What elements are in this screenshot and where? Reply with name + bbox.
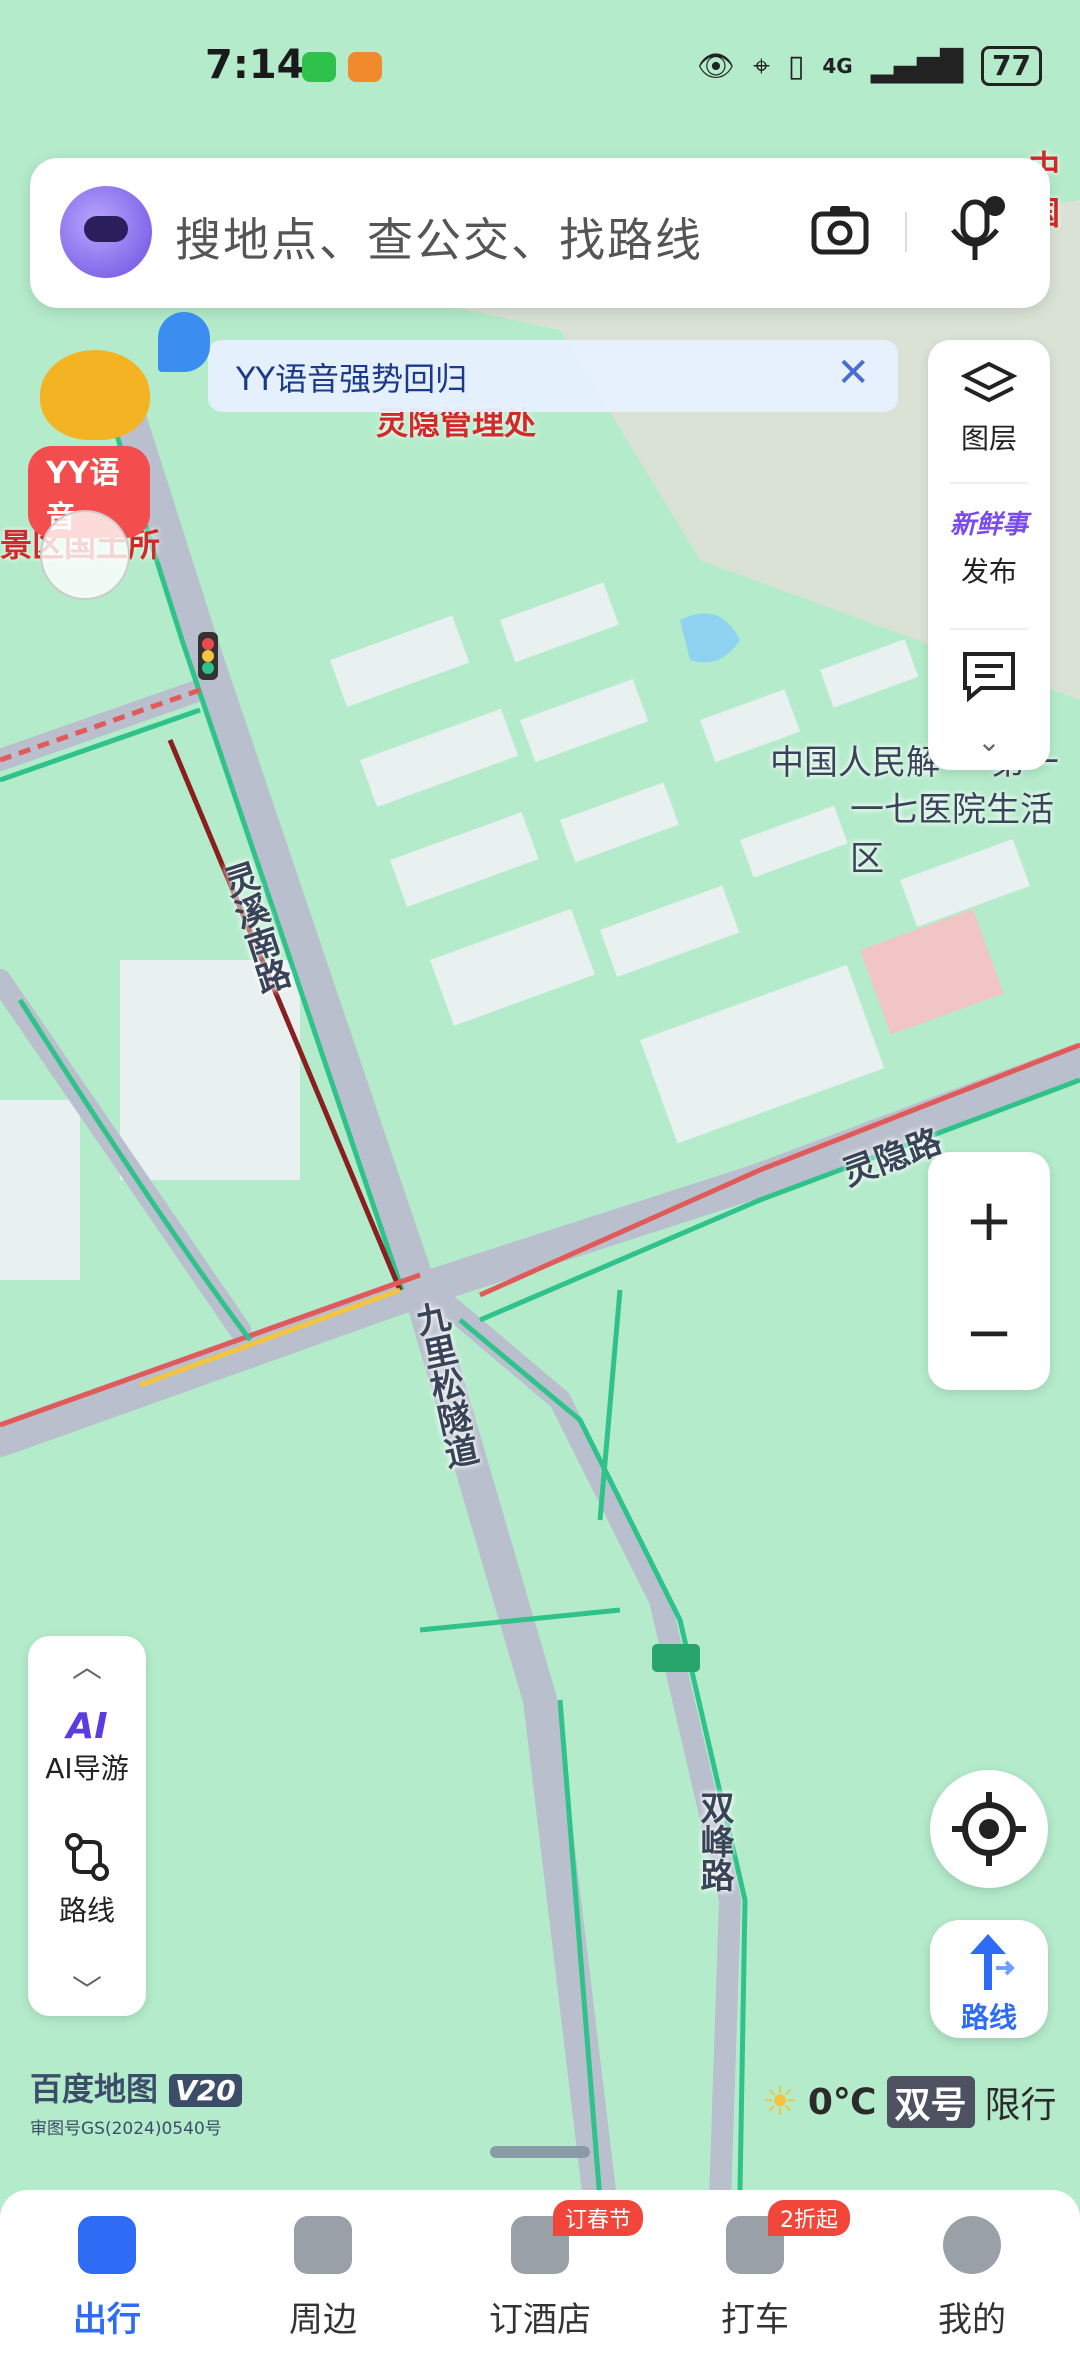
message-icon: [963, 652, 1015, 703]
map-tools-panel: 图层 新鲜事 发布 ⌄: [928, 340, 1050, 770]
locate-button[interactable]: [930, 1770, 1048, 1888]
close-icon[interactable]: ✕: [836, 350, 870, 396]
route-button[interactable]: 路线: [930, 1920, 1048, 2038]
nav-tab-label: 周边: [289, 2300, 357, 2340]
profile-icon: [943, 2216, 1001, 2274]
search-bar[interactable]: 搜地点、查公交、找路线: [30, 158, 1050, 308]
nav-tab-label: 我的: [938, 2300, 1006, 2340]
vibrate-icon: ▯: [787, 48, 805, 84]
sun-icon: ☀: [762, 2079, 798, 2125]
map-license: 审图号GS(2024)0540号: [30, 2119, 222, 2139]
map-pin-icon[interactable]: [158, 312, 210, 372]
poi-label-hospital-2: 一七医院生活区: [850, 790, 1054, 879]
eye-icon: 👁: [696, 48, 735, 84]
promo-banner[interactable]: YY语音强势回归 ✕: [208, 340, 898, 412]
nav-badge: 订春节: [553, 2200, 644, 2236]
chevron-down-icon[interactable]: ⌄: [928, 725, 1050, 758]
chevron-down-icon[interactable]: ﹀: [28, 1966, 146, 2010]
layers-button[interactable]: 图层: [928, 360, 1050, 457]
restriction-tag: 双号: [886, 2076, 975, 2128]
nav-tab-label: 打车: [721, 2300, 789, 2340]
location-icon: ⌖: [752, 48, 770, 84]
travel-icon: [78, 2216, 136, 2274]
zoom-in-button[interactable]: +: [928, 1190, 1050, 1250]
ai-guide-icon: AI: [66, 1706, 108, 1747]
publish-button[interactable]: 新鲜事 发布: [928, 500, 1050, 590]
poi-label-hospital-1a: 中国人民解: [770, 743, 940, 783]
publish-label: 发布: [960, 555, 1017, 588]
zoom-out-button[interactable]: −: [928, 1302, 1050, 1362]
camera-icon[interactable]: [810, 200, 870, 260]
zoom-control: + −: [928, 1152, 1050, 1390]
route-button-label: 路线: [960, 2001, 1017, 2034]
network-label: 4G: [822, 54, 853, 78]
brand-name: 百度地图: [30, 2070, 159, 2108]
signal-icon: ▂▄▆█: [870, 48, 964, 84]
route-arrow-icon: [970, 1934, 1015, 1990]
temperature: 0℃: [807, 2081, 877, 2123]
panel-divider: [950, 628, 1028, 630]
nav-tab-taxi[interactable]: 2折起 打车: [680, 2200, 850, 2341]
drawer-handle[interactable]: [490, 2146, 590, 2158]
nav-tab-label: 出行: [73, 2300, 141, 2340]
nav-tab-label: 订酒店: [489, 2300, 591, 2340]
bag-icon: [294, 2216, 352, 2274]
feedback-button[interactable]: [928, 650, 1050, 709]
restriction-text: 限行: [984, 2085, 1057, 2126]
raccoon-mascot-icon[interactable]: [40, 350, 150, 440]
weather-widget[interactable]: ☀ 0℃ 双号 限行: [762, 2076, 1057, 2128]
panel-divider: [950, 482, 1028, 484]
route-icon: [65, 1833, 109, 1881]
ai-guide-label: AI导游: [45, 1752, 129, 1785]
route-panel-label: 路线: [58, 1894, 115, 1927]
promo-banner-text[interactable]: YY语音强势回归: [236, 354, 467, 400]
status-time: 7:14: [205, 42, 305, 88]
crosshair-icon: [952, 1792, 1026, 1866]
road-label-shuangfeng: 双峰路: [694, 1790, 734, 1892]
app-notification-icon: [348, 52, 382, 82]
assistant-avatar-icon[interactable]: [60, 186, 152, 278]
ai-guide-button[interactable]: AI AI导游: [28, 1706, 146, 1787]
nav-tab-nearby[interactable]: 周边: [248, 2216, 398, 2341]
layers-label: 图层: [960, 422, 1017, 455]
nav-tab-travel[interactable]: 出行: [32, 2216, 182, 2341]
status-bar: 7:14 👁 ⌖ ▯ 4G ▂▄▆█ 77: [0, 0, 1080, 140]
search-separator: [905, 212, 907, 252]
bottom-nav: 出行 周边 订春节 订酒店 2折起 打车 我的: [0, 2190, 1080, 2376]
nav-badge: 2折起: [768, 2200, 850, 2236]
publish-badge: 新鲜事: [949, 510, 1028, 540]
nav-tab-hotel[interactable]: 订春节 订酒店: [465, 2200, 644, 2341]
brand-watermark: 百度地图 V20 审图号GS(2024)0540号: [30, 2064, 242, 2139]
nav-tab-profile[interactable]: 我的: [897, 2216, 1047, 2341]
left-tools-panel: ︿ AI AI导游 路线 ﹀: [28, 1636, 146, 2016]
search-input[interactable]: 搜地点、查公交、找路线: [175, 204, 703, 270]
wechat-icon: [302, 52, 336, 82]
layers-icon: [960, 361, 1018, 403]
microphone-icon[interactable]: [945, 196, 1005, 266]
route-panel-button[interactable]: 路线: [28, 1832, 146, 1929]
status-right: 👁 ⌖ ▯ 4G ▂▄▆█ 77: [697, 46, 1042, 86]
chevron-up-icon[interactable]: ︿: [28, 1642, 146, 1686]
compass-icon[interactable]: [40, 510, 130, 600]
yy-mascot[interactable]: YY语音: [28, 350, 150, 538]
brand-version: V20: [169, 2074, 242, 2107]
battery-indicator: 77: [981, 46, 1042, 86]
